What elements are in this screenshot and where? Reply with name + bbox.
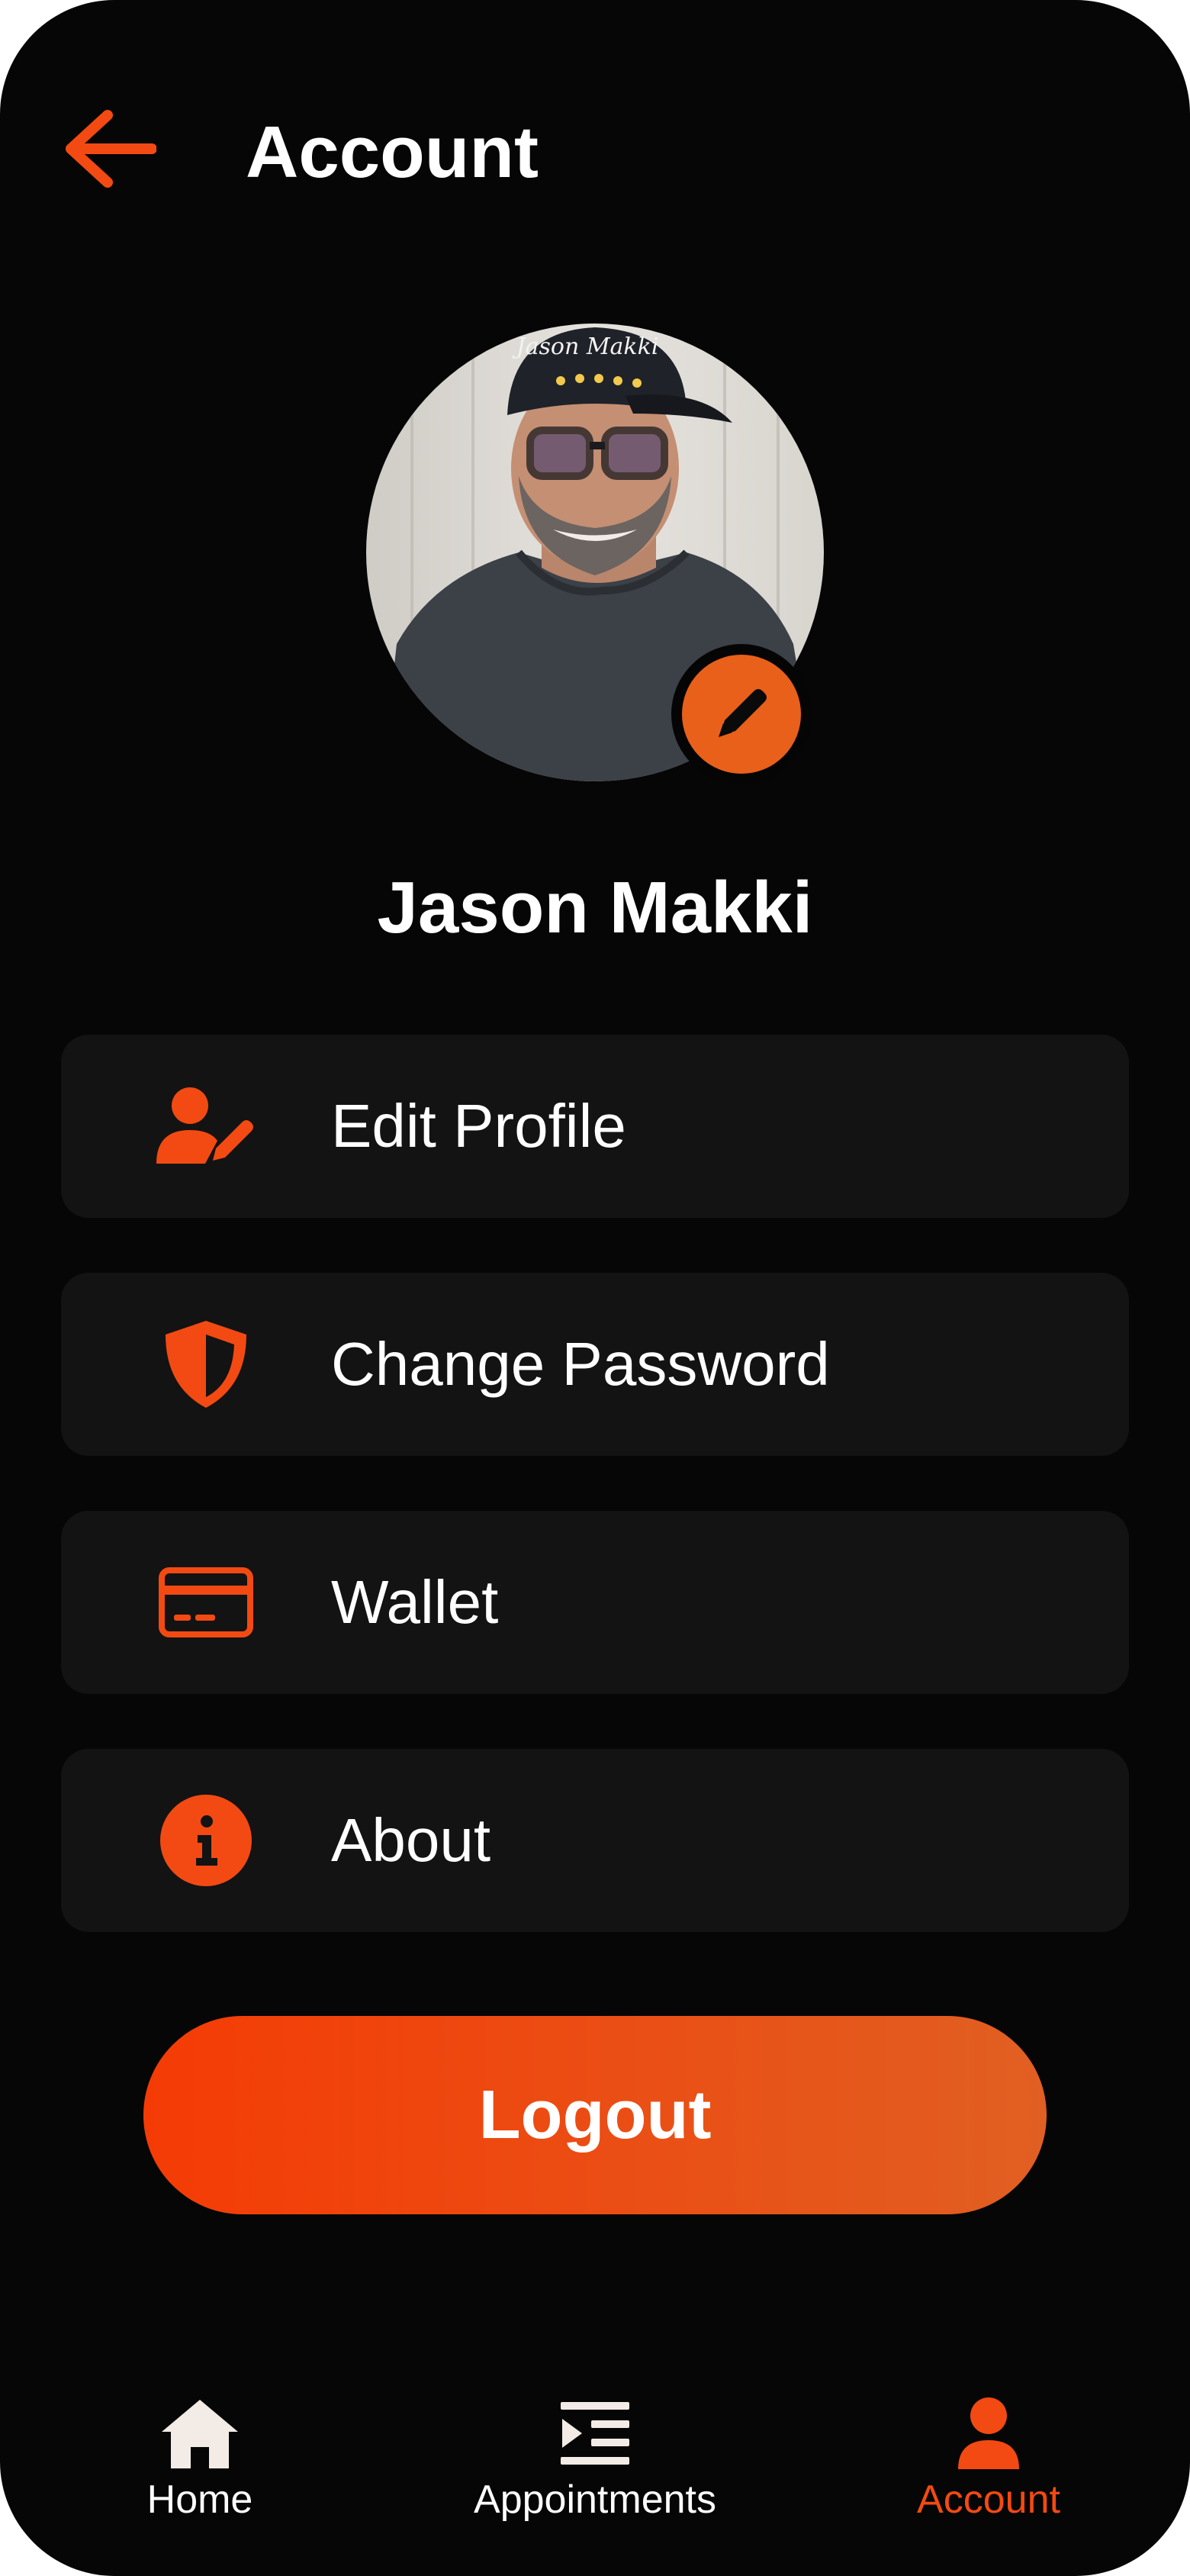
back-button[interactable] xyxy=(60,107,159,191)
account-screen: Account Jason Makki Jason Makki Edit Pro… xyxy=(0,0,1190,2576)
nav-account[interactable]: Account xyxy=(897,2396,1080,2533)
menu-item-change-password[interactable]: Change Password xyxy=(61,1273,1129,1456)
nav-label: Appointments xyxy=(474,2478,716,2522)
info-icon xyxy=(153,1787,259,1894)
menu-label: Wallet xyxy=(331,1568,499,1636)
list-icon xyxy=(553,2396,637,2472)
nav-appointments[interactable]: Appointments xyxy=(456,2396,734,2533)
menu-label: Change Password xyxy=(331,1330,830,1398)
cap-logo: Jason Makki xyxy=(512,333,659,360)
menu-item-about[interactable]: About xyxy=(61,1749,1129,1932)
avatar-container: Jason Makki xyxy=(366,324,824,784)
home-icon xyxy=(158,2396,242,2472)
person-icon xyxy=(947,2396,1031,2472)
shield-icon xyxy=(153,1311,259,1418)
nav-label: Account xyxy=(917,2478,1060,2522)
menu-item-wallet[interactable]: Wallet xyxy=(61,1511,1129,1694)
nav-home[interactable]: Home xyxy=(114,2396,285,2533)
edit-avatar-button[interactable] xyxy=(671,644,812,784)
menu-item-edit-profile[interactable]: Edit Profile xyxy=(61,1035,1129,1218)
menu-label: About xyxy=(331,1806,491,1874)
credit-card-icon xyxy=(153,1549,259,1656)
user-edit-icon xyxy=(153,1073,259,1180)
pencil-icon xyxy=(719,689,767,737)
menu-label: Edit Profile xyxy=(331,1092,626,1160)
user-name: Jason Makki xyxy=(377,867,813,948)
page-title: Account xyxy=(246,111,539,193)
nav-label: Home xyxy=(146,2478,253,2522)
arrow-left-icon xyxy=(66,110,156,188)
logout-button[interactable]: Logout xyxy=(143,2016,1047,2214)
